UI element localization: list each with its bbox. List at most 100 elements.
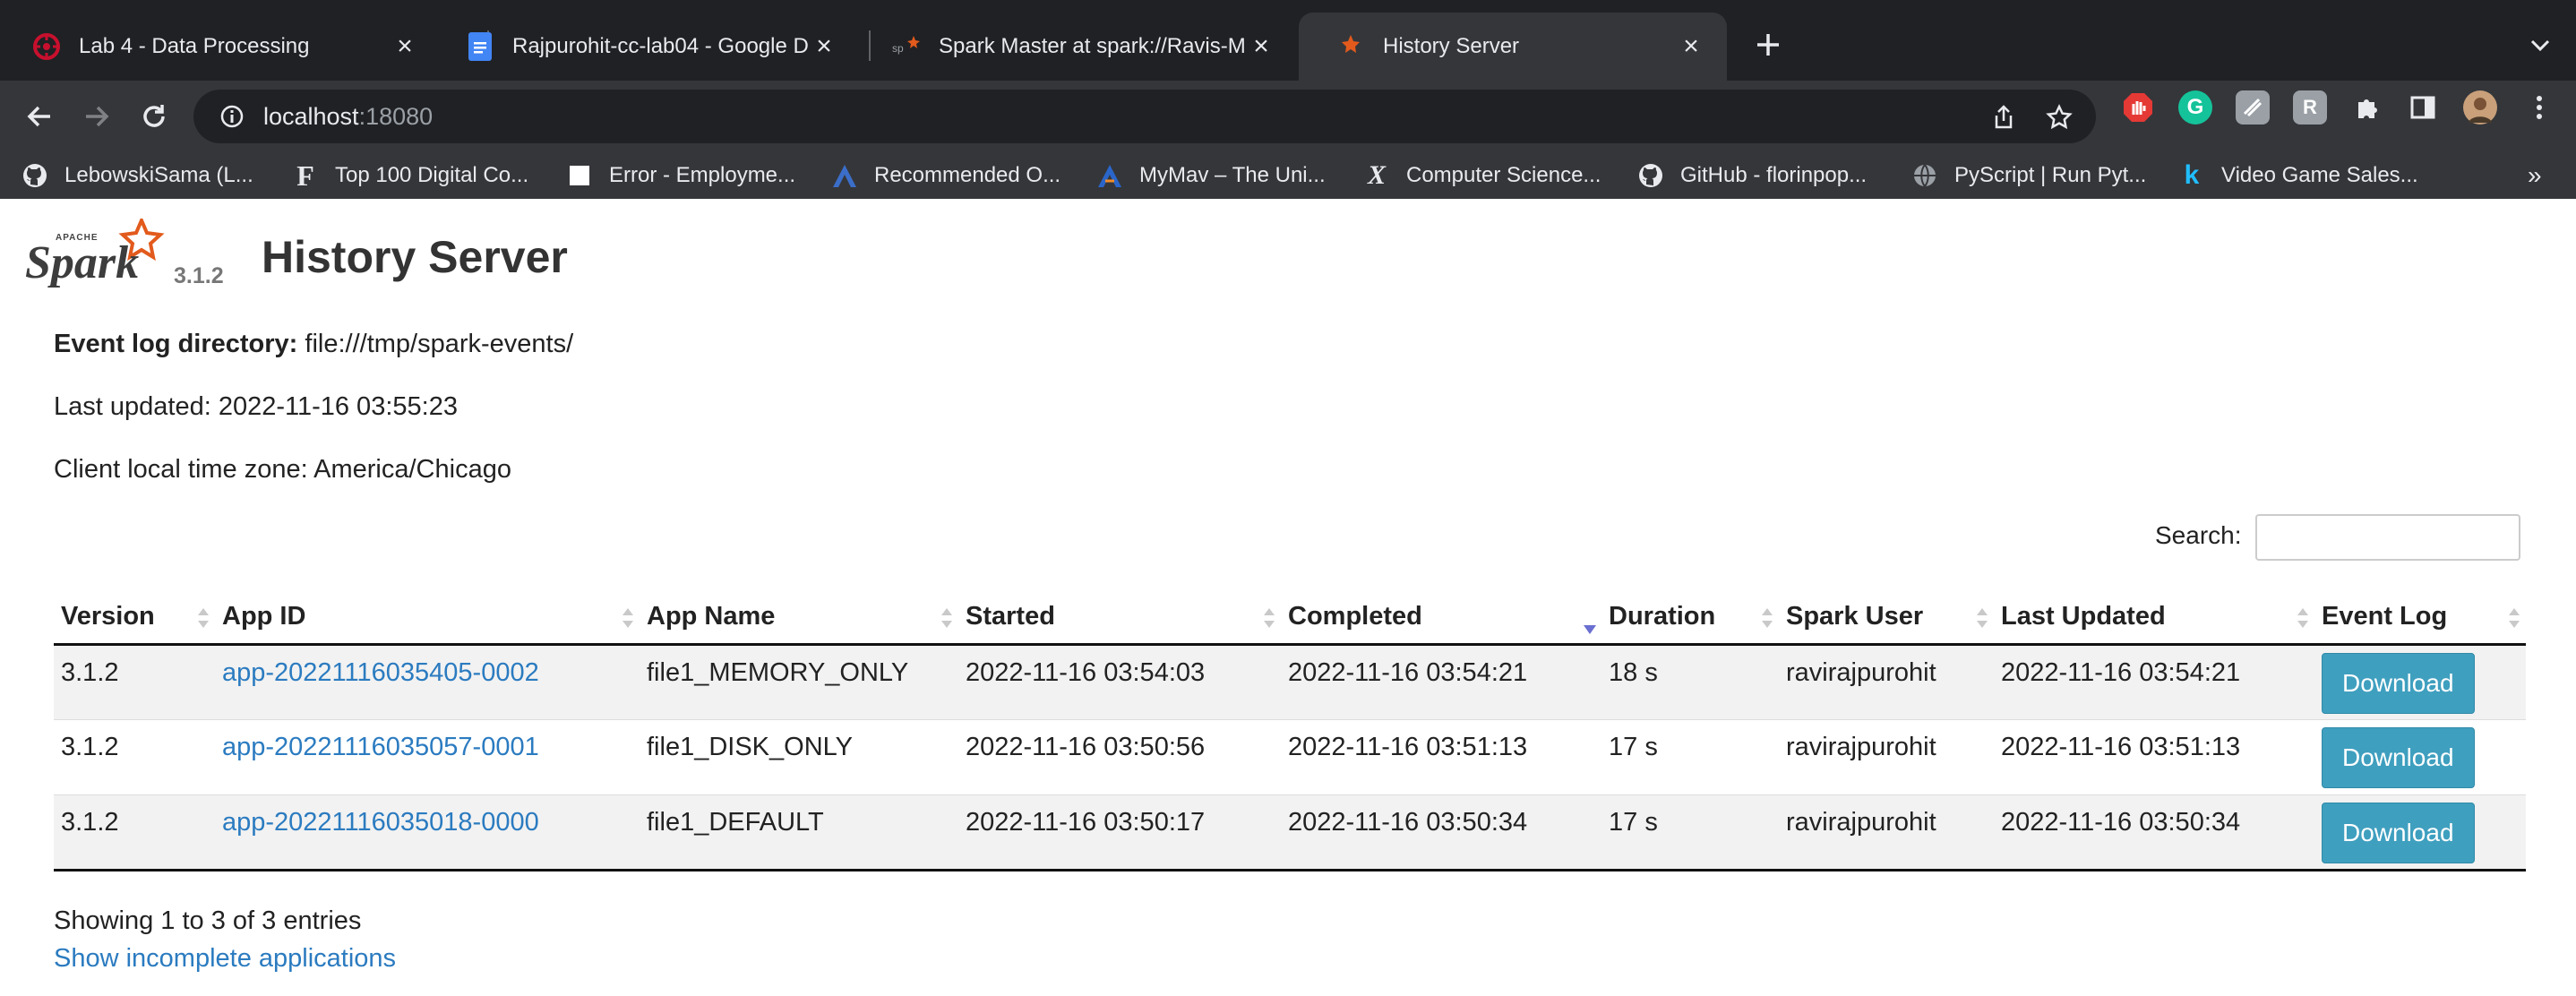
tab-title: Rajpurohit-cc-lab04 - Google D (512, 34, 808, 58)
column-label: Completed (1288, 601, 1422, 631)
app-id-link[interactable]: app-20221116035405-0002 (222, 658, 539, 687)
history-server-page: APACHE Spark 3.1.2 History Server Event … (0, 199, 2576, 996)
cell-spark-user: ravirajpurohit (1779, 644, 1994, 720)
sort-descending-icon (1584, 625, 1596, 634)
download-button[interactable]: Download (2322, 727, 2475, 788)
cell-started: 2022-11-16 03:50:56 (958, 719, 1281, 795)
bookmarks-overflow-button[interactable]: » (2528, 152, 2542, 199)
event-log-value: file:///tmp/spark-events/ (305, 330, 574, 358)
tab-spark-master[interactable]: sp Spark Master at spark://Ravis-M × (860, 13, 1297, 81)
download-button[interactable]: Download (2322, 803, 2475, 863)
bookmark-item[interactable]: LebowskiSama (L... (21, 152, 253, 199)
tab-search-button[interactable] (2522, 27, 2558, 63)
cell-last-updated: 2022-11-16 03:54:21 (1994, 644, 2314, 720)
sort-icon (941, 608, 952, 628)
bookmark-label: LebowskiSama (L... (64, 163, 253, 187)
sort-icon (2509, 608, 2520, 628)
column-header-version[interactable]: Version (54, 589, 215, 646)
close-icon[interactable]: × (808, 30, 840, 63)
more-vert-icon[interactable] (2522, 90, 2556, 124)
table-row: 3.1.2 app-20221116035405-0002 file1_MEMO… (54, 644, 2526, 720)
column-header-completed[interactable]: Completed (1281, 589, 1601, 646)
grammarly-extension-icon[interactable]: G (2178, 90, 2212, 124)
svg-text:sp: sp (892, 42, 904, 55)
puzzle-extensions-icon[interactable] (2350, 90, 2384, 124)
close-icon[interactable]: × (389, 30, 421, 63)
spark-logo[interactable]: APACHE Spark (25, 215, 177, 290)
table-header-row: Version App ID App Name Started Complete… (54, 589, 2526, 646)
column-header-spark-user[interactable]: Spark User (1779, 589, 1994, 646)
forward-arrow-icon (86, 106, 109, 127)
bookmark-item[interactable]: k Video Game Sales... (2178, 152, 2418, 199)
address-bar[interactable]: localhost:18080 (193, 90, 2096, 143)
column-header-started[interactable]: Started (958, 589, 1281, 646)
column-label: Version (61, 601, 155, 631)
cell-completed: 2022-11-16 03:54:21 (1281, 644, 1601, 720)
bookmark-item[interactable]: PyScript | Run Pyt... (1911, 152, 2146, 199)
app-id-link[interactable]: app-20221116035057-0001 (222, 733, 539, 761)
cell-spark-user: ravirajpurohit (1779, 794, 1994, 872)
github-icon (21, 162, 48, 189)
back-button[interactable] (20, 97, 59, 136)
bookmark-item[interactable]: F Top 100 Digital Co... (292, 152, 528, 199)
browser-tab-strip: Lab 4 - Data Processing × Rajpurohit-cc-… (0, 0, 2576, 81)
github-icon (1637, 162, 1664, 189)
share-icon[interactable] (1990, 104, 2017, 131)
bookmark-label: Computer Science... (1406, 163, 1601, 187)
new-tab-button[interactable] (1747, 23, 1790, 66)
bookmark-item[interactable]: GitHub - florinpop... (1637, 152, 1867, 199)
cell-event-log: Download (2314, 719, 2526, 795)
bookmark-label: Video Game Sales... (2221, 163, 2418, 187)
cell-duration: 18 s (1601, 644, 1779, 720)
column-header-app-id[interactable]: App ID (215, 589, 640, 646)
bookmark-item[interactable]: MyMav – The Uni... (1096, 152, 1326, 199)
column-header-event-log[interactable]: Event Log (2314, 589, 2526, 646)
globe-icon (1911, 162, 1938, 189)
info-icon[interactable] (219, 103, 245, 130)
back-arrow-icon (27, 106, 50, 127)
bookmark-item[interactable]: Recommended O... (831, 152, 1060, 199)
close-icon[interactable]: × (1675, 30, 1707, 63)
bookmark-item[interactable]: Error - Employme... (566, 152, 795, 199)
column-header-duration[interactable]: Duration (1601, 589, 1779, 646)
search-input[interactable] (2255, 514, 2520, 561)
column-header-app-name[interactable]: App Name (640, 589, 958, 646)
a-logo-icon (831, 162, 858, 189)
sort-icon (2297, 608, 2308, 628)
tab-title: Lab 4 - Data Processing (79, 34, 310, 58)
bookmark-label: MyMav – The Uni... (1139, 163, 1326, 187)
cell-last-updated: 2022-11-16 03:51:13 (1994, 719, 2314, 795)
adblock-extension-icon[interactable] (2121, 90, 2155, 124)
column-label: Spark User (1786, 601, 1924, 631)
cell-duration: 17 s (1601, 794, 1779, 872)
cell-completed: 2022-11-16 03:50:34 (1281, 794, 1601, 872)
bookmark-star-icon[interactable] (2046, 104, 2073, 131)
tab-google-docs[interactable]: Rajpurohit-cc-lab04 - Google D × (434, 13, 860, 81)
mymav-icon (1096, 162, 1123, 189)
spark-version: 3.1.2 (174, 263, 224, 288)
download-button[interactable]: Download (2322, 653, 2475, 714)
close-icon[interactable]: × (1245, 30, 1277, 63)
forward-button[interactable] (77, 97, 116, 136)
svg-text:Spark: Spark (25, 237, 139, 288)
reload-button[interactable] (134, 97, 174, 136)
tab-history-server[interactable]: History Server × (1299, 13, 1727, 81)
app-id-link[interactable]: app-20221116035018-0000 (222, 808, 539, 837)
tab-lab4[interactable]: Lab 4 - Data Processing × (0, 13, 441, 81)
show-incomplete-link[interactable]: Show incomplete applications (54, 944, 396, 974)
bookmark-item[interactable]: X Computer Science... (1363, 152, 1601, 199)
last-updated: Last updated: 2022-11-16 03:55:23 (54, 392, 458, 421)
avatar[interactable] (2463, 90, 2497, 124)
sort-icon (623, 608, 633, 628)
sort-icon (1264, 608, 1275, 628)
extension-icon[interactable] (2236, 90, 2270, 124)
spark-icon: sp (892, 32, 921, 61)
cell-version: 3.1.2 (54, 644, 215, 720)
side-panel-icon[interactable] (2406, 90, 2440, 124)
reload-icon (143, 105, 165, 127)
sort-icon (1977, 608, 1988, 628)
spark-icon (1336, 32, 1365, 61)
extension-icon[interactable]: R (2293, 90, 2327, 124)
column-header-last-updated[interactable]: Last Updated (1994, 589, 2314, 646)
bookmark-label: PyScript | Run Pyt... (1954, 163, 2147, 187)
